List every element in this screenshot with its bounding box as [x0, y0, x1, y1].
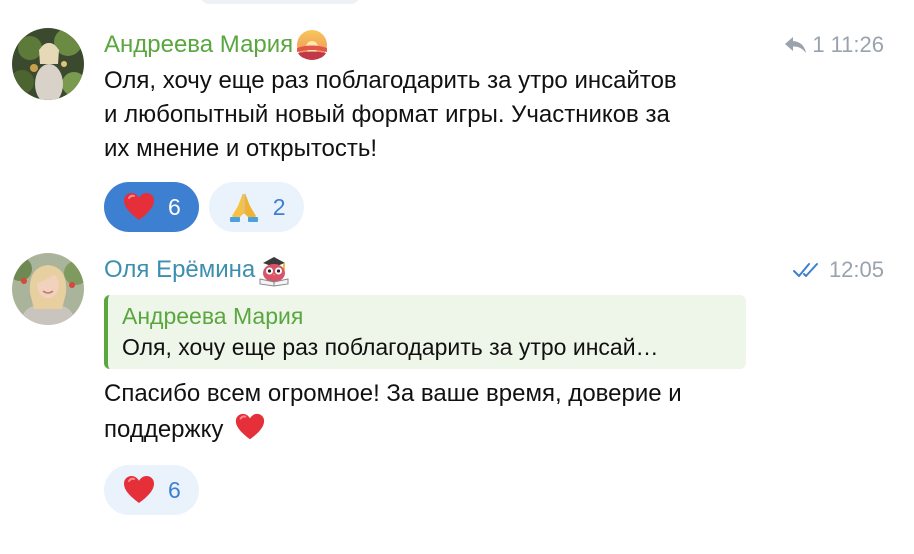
sunset-emoji-icon	[295, 28, 329, 62]
reply-icon[interactable]	[784, 35, 808, 55]
message-time: 12:05	[828, 257, 884, 282]
author-name[interactable]: Оля Ерёмина	[104, 253, 255, 287]
reaction-pray[interactable]: 2	[208, 182, 304, 232]
message[interactable]: Оля Ерёмина 12:05 Андреева Мария Оля, хо…	[0, 253, 914, 523]
message-text-line: Спасибо всем огромное! За ваше время, до…	[104, 380, 682, 407]
quote-author: Андреева Мария	[122, 303, 304, 329]
message-text: Спасибо всем огромное! За ваше время, до…	[104, 377, 884, 447]
author-name[interactable]: Андреева Мария	[104, 28, 293, 62]
avatar[interactable]	[12, 28, 84, 100]
reply-quote[interactable]: Андреева Мария Оля, хочу еще раз поблаго…	[104, 295, 746, 369]
reply-count[interactable]: 1	[812, 32, 824, 58]
red-heart-emoji-icon	[124, 193, 154, 220]
red-heart-emoji-icon	[124, 476, 154, 503]
folded-hands-emoji-icon	[229, 193, 258, 222]
previous-message-edge	[200, 0, 360, 4]
chat-history: Андреева Мария 1 11:26 Оля, хочу еще раз…	[0, 0, 914, 554]
message-text-line: их мнение и открытость!	[104, 135, 378, 162]
reaction-count: 2	[272, 193, 286, 220]
avatar[interactable]	[12, 253, 84, 325]
message-text-line: и любопытный новый формат игры. Участник…	[104, 101, 670, 128]
message-meta: 1 11:26	[784, 28, 884, 62]
reaction-count: 6	[168, 193, 181, 220]
reaction-heart[interactable]: 6	[104, 182, 199, 232]
message-text-line: Оля, хочу еще раз поблагодарить за утро …	[104, 67, 677, 94]
message-text-line: поддержку	[104, 416, 224, 443]
reaction-heart[interactable]: 6	[104, 465, 199, 515]
double-check-icon	[792, 263, 818, 277]
reactions-bar: 6	[104, 465, 884, 515]
message-text: Оля, хочу еще раз поблагодарить за утро …	[104, 64, 884, 166]
reaction-count: 6	[168, 476, 181, 503]
red-heart-emoji-icon	[235, 413, 265, 440]
quote-text: Оля, хочу еще раз поблагодарить за утро …	[122, 334, 659, 360]
message[interactable]: Андреева Мария 1 11:26 Оля, хочу еще раз…	[0, 28, 914, 232]
owl-reading-emoji-icon	[257, 253, 291, 287]
message-meta: 12:05	[792, 253, 884, 287]
reactions-bar: 6 2	[104, 182, 884, 232]
message-time: 11:26	[830, 32, 884, 57]
